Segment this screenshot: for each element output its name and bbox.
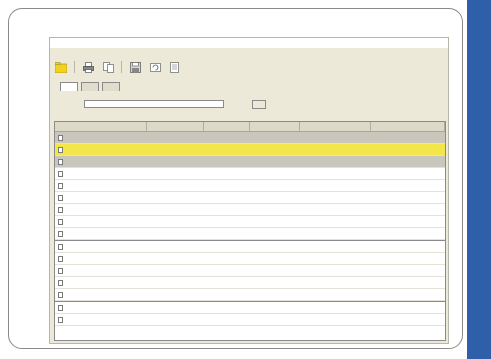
table-cell <box>55 279 147 286</box>
filter-button[interactable] <box>252 99 266 109</box>
document-icon <box>58 170 63 177</box>
document-icon <box>58 316 63 323</box>
table-row[interactable] <box>55 180 445 192</box>
toolbar <box>50 58 448 76</box>
table-row[interactable] <box>55 228 445 240</box>
document-icon <box>58 267 63 274</box>
table-cell <box>55 134 147 141</box>
document-icon <box>58 218 63 225</box>
tab-2[interactable] <box>81 81 99 91</box>
document-icon <box>58 291 63 298</box>
document-icon <box>58 243 63 250</box>
table-cell <box>55 158 147 165</box>
column-header[interactable] <box>55 122 147 131</box>
folder-button[interactable] <box>54 60 68 74</box>
grid-header <box>55 122 445 132</box>
column-header[interactable] <box>250 122 300 131</box>
table-cell <box>55 170 147 177</box>
document-icon <box>58 279 63 286</box>
tab-1[interactable] <box>60 81 78 91</box>
table-cell <box>55 267 147 274</box>
table-cell <box>55 255 147 262</box>
table-row[interactable] <box>55 132 445 144</box>
document-icon <box>58 182 63 189</box>
document-icon <box>58 134 63 141</box>
table-row[interactable] <box>55 302 445 314</box>
document-icon <box>58 206 63 213</box>
table-row[interactable] <box>55 289 445 301</box>
toolbar-separator <box>74 61 75 73</box>
table-cell <box>55 206 147 213</box>
tab-bar <box>50 80 448 92</box>
table-row[interactable] <box>55 216 445 228</box>
table-row[interactable] <box>55 144 445 156</box>
document-icon <box>58 158 63 165</box>
table-cell <box>55 182 147 189</box>
copy-button[interactable] <box>101 60 115 74</box>
refresh-icon <box>149 62 161 72</box>
table-cell <box>55 291 147 298</box>
table-row[interactable] <box>55 265 445 277</box>
data-grid <box>54 121 446 341</box>
document-icon <box>58 194 63 201</box>
column-header[interactable] <box>300 122 372 131</box>
grid-body <box>55 132 445 326</box>
title-bar <box>50 38 448 48</box>
table-cell <box>55 146 147 153</box>
app-window <box>49 37 449 344</box>
toolbar-separator <box>121 61 122 73</box>
export-button[interactable] <box>168 60 182 74</box>
column-header[interactable] <box>147 122 205 131</box>
menu-bar <box>50 49 448 57</box>
table-row[interactable] <box>55 168 445 180</box>
table-cell <box>55 243 147 250</box>
document-icon <box>58 255 63 262</box>
document-icon <box>58 230 63 237</box>
save-button[interactable] <box>128 60 142 74</box>
table-row[interactable] <box>55 314 445 326</box>
table-cell <box>55 218 147 225</box>
save-icon <box>129 61 141 73</box>
table-row[interactable] <box>55 156 445 168</box>
table-cell <box>55 230 147 237</box>
export-icon <box>169 61 179 73</box>
table-row[interactable] <box>55 253 445 265</box>
print-icon <box>82 61 94 73</box>
table-cell <box>55 194 147 201</box>
column-header[interactable] <box>371 122 445 131</box>
copy-icon <box>102 61 114 73</box>
table-cell <box>55 316 147 323</box>
tab-3[interactable] <box>102 81 120 91</box>
filter-input[interactable] <box>84 100 224 108</box>
print-button[interactable] <box>81 60 95 74</box>
table-cell <box>55 304 147 311</box>
folder-icon <box>55 61 67 73</box>
accent-stripe <box>467 0 491 359</box>
table-row[interactable] <box>55 204 445 216</box>
table-row[interactable] <box>55 192 445 204</box>
table-row[interactable] <box>55 241 445 253</box>
refresh-button[interactable] <box>148 60 162 74</box>
filter-row <box>50 98 448 110</box>
document-icon <box>58 146 63 153</box>
column-header[interactable] <box>204 122 250 131</box>
document-icon <box>58 304 63 311</box>
page-frame <box>8 8 463 349</box>
table-row[interactable] <box>55 277 445 289</box>
